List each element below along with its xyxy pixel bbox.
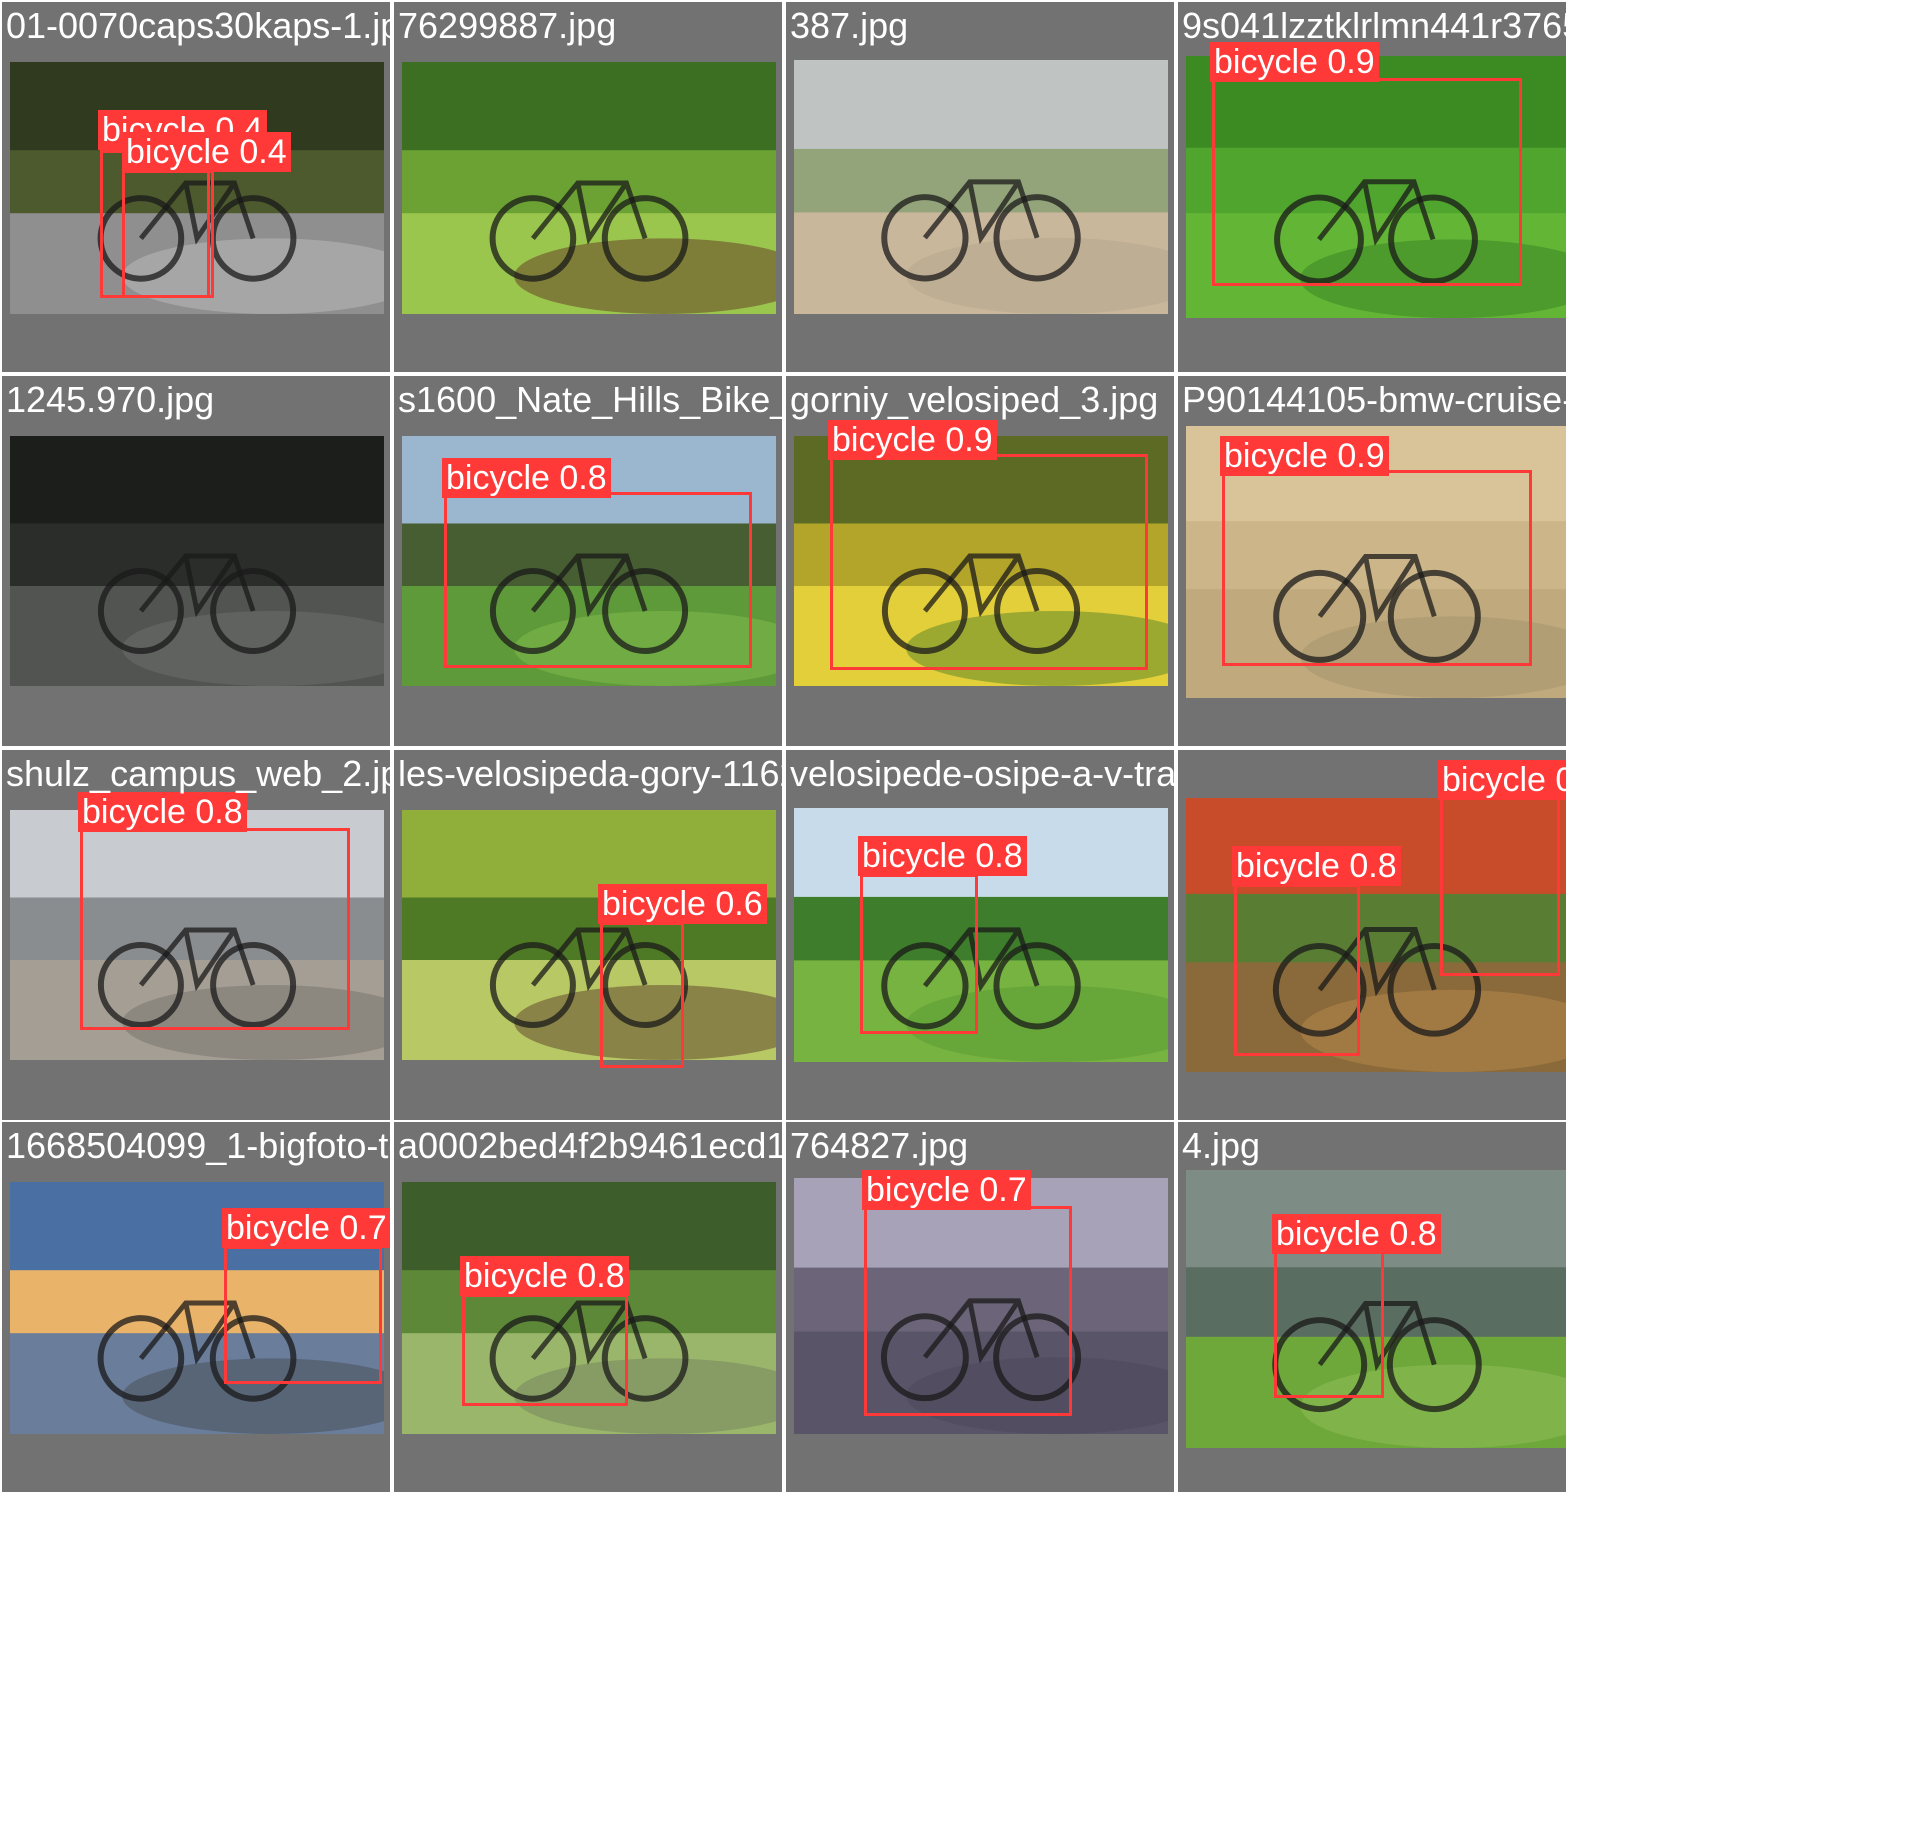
tile-filename: 01-0070caps30kaps-1.jpg — [6, 5, 390, 46]
image-tile[interactable]: 01-0070caps30kaps-1.jpg bicycle 0.4 bicycl… — [2, 2, 390, 372]
tile-filename: a0002bed4f2b9461ecd12fcd78482718253_37-s… — [398, 1125, 782, 1166]
detection-box — [1234, 884, 1360, 1056]
photo-dark-road — [10, 436, 384, 686]
detection-label: bicycle 0.8 — [1272, 1214, 1441, 1254]
detection-label: bicycle 0.9 — [1220, 436, 1389, 476]
tile-filename: s1600_Nate_Hills_Bike_check_3.jpg — [398, 379, 782, 420]
detection-grid: 01-0070caps30kaps-1.jpg bicycle 0.4 bicycl… — [0, 0, 1920, 1832]
detection-box — [80, 828, 350, 1030]
photo-birch-forest — [402, 810, 776, 1060]
image-tile[interactable]: 1245.970.jpgbicycle 0.6bicycle 0.3 — [2, 376, 390, 746]
detection-box — [600, 922, 684, 1068]
image-tile[interactable]: bicycle 0.8 bicycle 0. — [1178, 750, 1566, 1120]
detection-box — [830, 454, 1148, 670]
tile-filename: 4.jpg — [1182, 1125, 1261, 1166]
detection-label: bicycle 0.8 — [442, 458, 611, 498]
tile-filename: velosipede-osipe-a-v-trave-7254489736506… — [790, 753, 1174, 794]
detection-label: bicycle 0.7 — [222, 1208, 390, 1248]
detection-box — [860, 874, 978, 1034]
image-tile[interactable]: 76299887.jpgbicycle 0.9 — [394, 2, 782, 372]
detection-box — [462, 1294, 628, 1406]
image-tile[interactable]: 764827.jpg bicycle 0.7 — [786, 1122, 1174, 1492]
photo-gravel-bridge — [794, 60, 1168, 314]
detection-box — [1274, 1250, 1384, 1398]
detection-box — [1222, 470, 1532, 666]
photo-grass-tree — [402, 62, 776, 314]
detection-label: bicycle 0.4 — [122, 132, 291, 172]
image-tile[interactable]: 1668504099_1-bigfoto-top-p-velosiped-kab… — [2, 1122, 390, 1492]
detection-box — [1440, 770, 1560, 976]
image-tile[interactable]: gorniy_velosiped_3.jpg bicycle 0.9 — [786, 376, 1174, 746]
detection-label: bicycle 0.8 — [460, 1256, 629, 1296]
image-tile[interactable]: velosipede-osipe-a-v-trave-7254489736506… — [786, 750, 1174, 1120]
image-tile[interactable]: 4.jpg bicycle 0.8 — [1178, 1122, 1566, 1492]
detection-box — [122, 170, 214, 298]
tile-filename: shulz_campus_web_2.jpg — [6, 753, 390, 794]
detection-label: bicycle 0.8 — [78, 792, 247, 832]
image-tile[interactable]: 387.jpgbicycle 0.6bicycle 0.3bicycle 0.9 — [786, 2, 1174, 372]
detection-label: bicycle 0.7 — [862, 1170, 1031, 1210]
tile-filename: 9s041lzztklrlmn441r3765r5iz — [1182, 5, 1566, 46]
tile-filename: P90144105-bmw-cruise-bike — [1182, 379, 1566, 420]
detection-label: bicycle 0.8 — [858, 836, 1027, 876]
image-tile[interactable]: s1600_Nate_Hills_Bike_check_3.jpgbicycle… — [394, 376, 782, 746]
image-tile[interactable]: a0002bed4f2b9461ecd12fcd78482718253_37-s… — [394, 1122, 782, 1492]
tile-filename: 1668504099_1-bigfoto-top-p-velosiped-kab — [6, 1125, 390, 1166]
image-tile[interactable]: les-velosipeda-gory-1162126.jpeg bicycle … — [394, 750, 782, 1120]
tile-filename: 387.jpg — [790, 5, 909, 46]
image-tile[interactable]: P90144105-bmw-cruise-bike bicycle 0.9 — [1178, 376, 1566, 746]
image-tile[interactable]: 9s041lzztklrlmn441r3765r5izbicycle 0.9 — [1178, 2, 1566, 372]
tile-filename: 764827.jpg — [790, 1125, 969, 1166]
detection-label: bicycle 0.9 — [1210, 42, 1379, 82]
detection-box — [1212, 78, 1522, 286]
detection-label: bicycle 0.6 — [598, 884, 767, 924]
detection-box — [444, 492, 752, 668]
tile-filename: les-velosipeda-gory-1162126.jpeg — [398, 753, 782, 794]
image-tile[interactable]: shulz_campus_web_2.jpg bicycle 0.8 — [2, 750, 390, 1120]
tile-filename: 1245.970.jpg — [6, 379, 215, 420]
detection-label: bicycle 0. — [1438, 760, 1566, 800]
tile-filename: 76299887.jpg — [398, 5, 617, 46]
detection-label: bicycle 0.9 — [828, 420, 997, 460]
tile-filename: gorniy_velosiped_3.jpg — [790, 379, 1159, 420]
detection-label: bicycle 0.8 — [1232, 846, 1401, 886]
detection-box — [864, 1206, 1072, 1416]
detection-box — [224, 1246, 382, 1384]
